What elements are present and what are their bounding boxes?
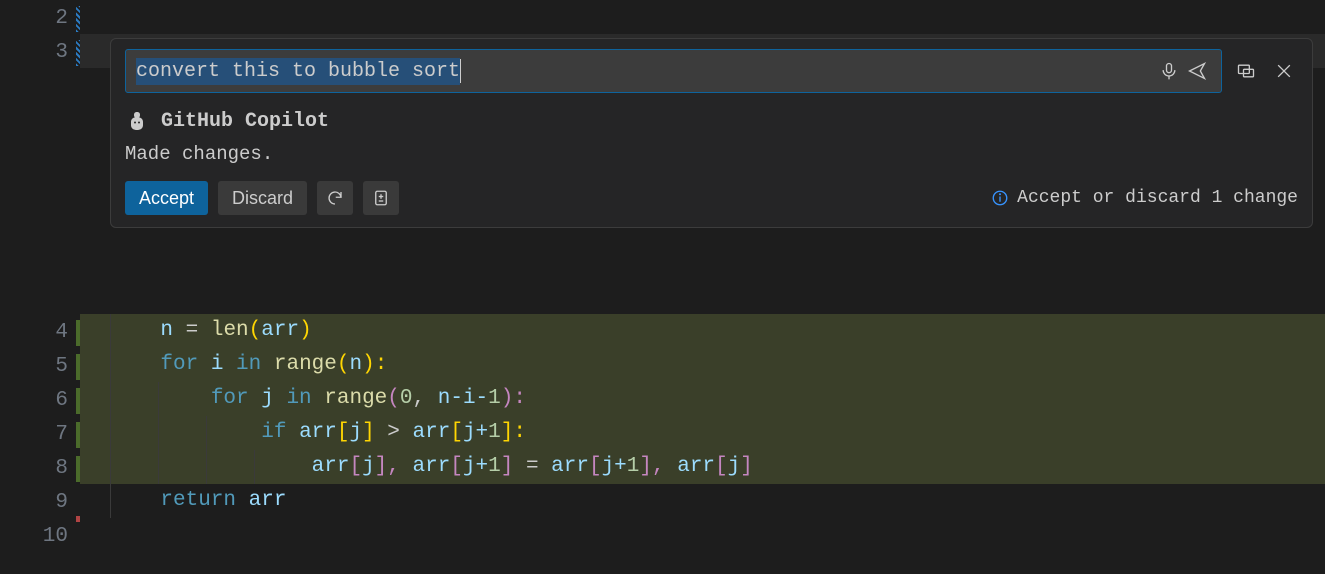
inline-chat-actions: Accept Discard Accept or discard 1 chang… — [125, 181, 1298, 215]
code-line[interactable]: for i in range(n): — [80, 348, 1325, 382]
line-number: 7 — [0, 418, 80, 452]
gutter: 2 3 4 5 6 7 8 9 10 — [0, 0, 80, 574]
inline-chat-hint: Accept or discard 1 change — [991, 188, 1298, 208]
line-number: 4 — [0, 316, 80, 350]
text-cursor — [460, 59, 461, 83]
inline-chat-provider-name: GitHub Copilot — [161, 110, 329, 133]
line-number: 2 — [0, 2, 80, 36]
inline-chat-input[interactable]: convert this to bubble sort — [125, 49, 1222, 93]
inline-chat-status: Made changes. — [125, 143, 1298, 165]
info-icon — [991, 189, 1009, 207]
line-number: 9 — [0, 486, 80, 520]
code-line[interactable]: return arr — [80, 484, 1325, 518]
discard-button[interactable]: Discard — [218, 181, 307, 215]
inline-chat-input-text: convert this to bubble sort — [136, 58, 460, 85]
send-icon[interactable] — [1183, 57, 1211, 85]
inline-chat-input-row: convert this to bubble sort — [125, 49, 1298, 93]
copilot-icon — [125, 109, 149, 133]
open-chat-panel-icon[interactable] — [1232, 57, 1260, 85]
mic-icon[interactable] — [1155, 57, 1183, 85]
code-line[interactable]: n = len(arr) — [80, 314, 1325, 348]
diff-view-button[interactable] — [363, 181, 399, 215]
editor-root: 2 3 4 5 6 7 8 9 10 def sort(arr): conver… — [0, 0, 1325, 574]
close-icon[interactable] — [1270, 57, 1298, 85]
gutter-spacer — [0, 70, 80, 316]
line-number: 8 — [0, 452, 80, 486]
code-line[interactable]: if arr[j] > arr[j+1]: — [80, 416, 1325, 450]
line-number: 10 — [0, 520, 80, 554]
inline-chat-hint-text: Accept or discard 1 change — [1017, 188, 1298, 208]
code-line[interactable] — [80, 518, 1325, 552]
code-line[interactable]: for j in range(0, n-i-1): — [80, 382, 1325, 416]
code-line[interactable]: arr[j], arr[j+1] = arr[j+1], arr[j] — [80, 450, 1325, 484]
code-area[interactable]: def sort(arr): convert this to bubble so… — [80, 0, 1325, 574]
rerun-button[interactable] — [317, 181, 353, 215]
inline-chat-panel: convert this to bubble sort — [110, 38, 1313, 228]
inline-chat-provider: GitHub Copilot — [125, 109, 1298, 133]
code-line[interactable] — [80, 0, 1325, 34]
accept-button[interactable]: Accept — [125, 181, 208, 215]
line-number: 5 — [0, 350, 80, 384]
line-number: 6 — [0, 384, 80, 418]
line-number: 3 — [0, 36, 80, 70]
